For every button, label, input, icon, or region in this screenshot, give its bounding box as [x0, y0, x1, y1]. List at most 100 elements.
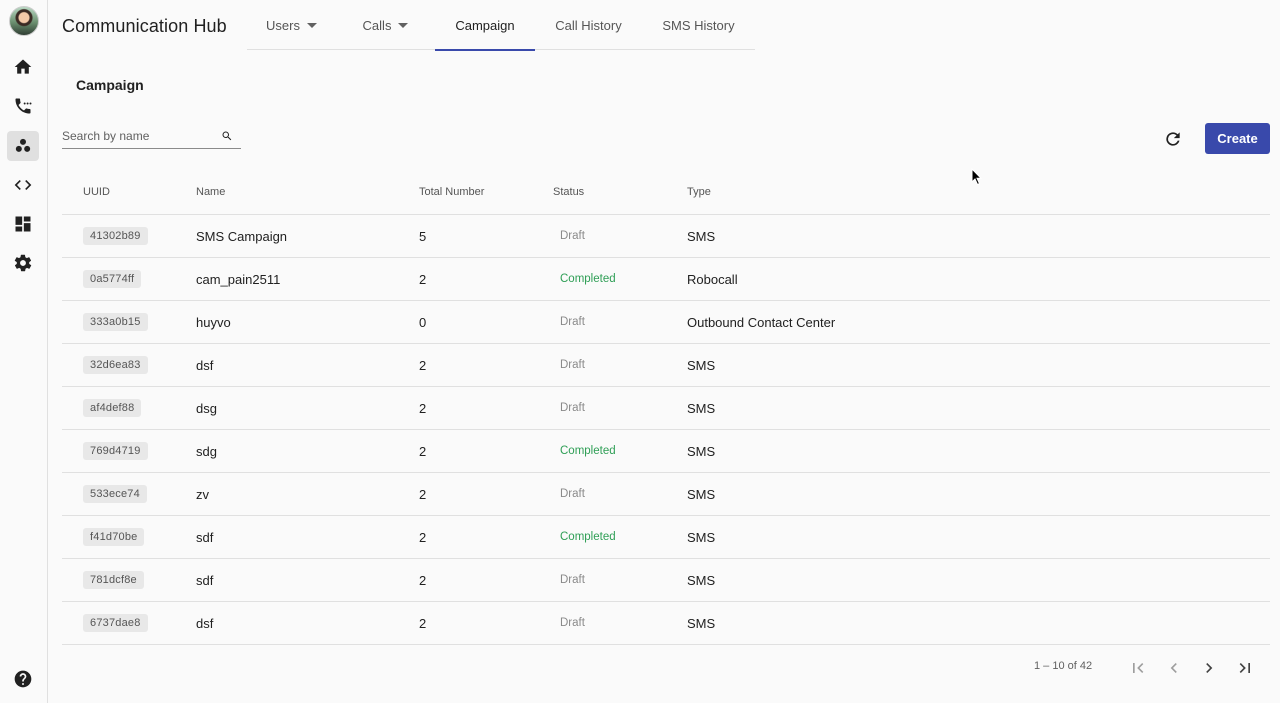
create-button[interactable]: Create: [1205, 123, 1270, 154]
name-cell: huyvo: [196, 314, 231, 330]
status-badge: Draft: [560, 617, 585, 629]
tab-bar: Users Calls Campaign Call History SMS Hi…: [247, 0, 755, 51]
column-header-uuid[interactable]: UUID: [83, 166, 110, 214]
name-cell: dsf: [196, 357, 214, 373]
table-row[interactable]: af4def88 dsg 2 Draft SMS: [62, 387, 1270, 430]
total-number-cell: 5: [419, 228, 427, 244]
name-cell: sdf: [196, 572, 214, 588]
last-page-button[interactable]: [1233, 656, 1257, 680]
first-page-icon: [1133, 663, 1144, 673]
tab-call-history[interactable]: Call History: [535, 0, 642, 50]
column-header-name[interactable]: Name: [196, 166, 225, 214]
uuid-cell: f41d70be: [83, 516, 145, 558]
first-page-button[interactable]: [1126, 656, 1150, 680]
search-field: [62, 124, 241, 149]
table-row[interactable]: 6737dae8 dsf 2 Draft SMS: [62, 602, 1270, 645]
total-number-cell: 2: [419, 271, 427, 287]
phone-icon[interactable]: [7, 91, 39, 121]
status-cell: Completed: [553, 516, 616, 558]
status-badge: Draft: [560, 402, 585, 414]
total-number-cell: 2: [419, 486, 427, 502]
status-cell: Completed: [553, 258, 616, 300]
tab-label: Call History: [555, 17, 622, 33]
tab-label: Campaign: [455, 17, 515, 33]
page-title: Campaign: [76, 77, 144, 93]
table-body: 41302b89 SMS Campaign 5 Draft SMS 0a5774ff cam…: [62, 215, 1270, 645]
help-icon[interactable]: [7, 664, 39, 694]
refresh-button[interactable]: [1161, 127, 1185, 151]
table-row[interactable]: 0a5774ff cam_pain2511 2 Completed Robocall: [62, 258, 1270, 301]
dashboard-icon[interactable]: [7, 209, 39, 239]
uuid-chip[interactable]: 781dcf8e: [83, 571, 144, 589]
uuid-chip[interactable]: 32d6ea83: [83, 356, 148, 374]
table-row[interactable]: 781dcf8e sdf 2 Draft SMS: [62, 559, 1270, 602]
column-header-type[interactable]: Type: [687, 166, 711, 214]
status-badge: Draft: [560, 574, 585, 586]
tab-sms-history[interactable]: SMS History: [642, 0, 755, 50]
table-row[interactable]: 41302b89 SMS Campaign 5 Draft SMS: [62, 215, 1270, 258]
uuid-chip[interactable]: f41d70be: [83, 528, 145, 546]
name-cell: cam_pain2511: [196, 271, 281, 287]
name-cell: dsf: [196, 615, 214, 631]
total-number-cell: 2: [419, 529, 427, 545]
status-cell: Draft: [553, 387, 585, 429]
next-page-button[interactable]: [1197, 656, 1221, 680]
tab-label: SMS History: [662, 17, 735, 33]
home-icon[interactable]: [7, 52, 39, 82]
uuid-cell: 781dcf8e: [83, 559, 144, 601]
caret-down-icon: [398, 23, 409, 28]
uuid-cell: af4def88: [83, 387, 142, 429]
mouse-cursor-icon: [971, 168, 983, 186]
pagination-range: 1 – 10 of 42: [1034, 660, 1093, 672]
app-title: Communication Hub: [62, 16, 227, 36]
tab-calls[interactable]: Calls: [336, 0, 435, 50]
nav-rail: [0, 0, 48, 703]
total-number-cell: 2: [419, 400, 427, 416]
status-cell: Draft: [553, 344, 585, 386]
chevron-left-icon: [1170, 663, 1177, 673]
name-cell: sdf: [196, 529, 214, 545]
uuid-chip[interactable]: 769d4719: [83, 442, 148, 460]
search-input[interactable]: [62, 125, 220, 147]
uuid-cell: 769d4719: [83, 430, 148, 472]
status-badge: Completed: [560, 273, 616, 285]
type-cell: SMS: [687, 486, 716, 502]
name-cell: SMS Campaign: [196, 228, 288, 244]
group-icon[interactable]: [7, 131, 39, 161]
status-badge: Completed: [560, 445, 616, 457]
table-row[interactable]: 333a0b15 huyvo 0 Draft Outbound Contact Cent…: [62, 301, 1270, 344]
uuid-chip[interactable]: 0a5774ff: [83, 270, 142, 288]
column-header-status[interactable]: Status: [553, 166, 584, 214]
name-cell: dsg: [196, 400, 217, 416]
tab-campaign[interactable]: Campaign: [435, 0, 535, 51]
name-cell: zv: [196, 486, 209, 502]
uuid-cell: 333a0b15: [83, 301, 148, 343]
table-row[interactable]: 32d6ea83 dsf 2 Draft SMS: [62, 344, 1270, 387]
status-badge: Draft: [560, 488, 585, 500]
previous-page-button[interactable]: [1162, 656, 1186, 680]
uuid-chip[interactable]: 333a0b15: [83, 313, 148, 331]
uuid-chip[interactable]: 533ece74: [83, 485, 147, 503]
avatar[interactable]: [9, 6, 39, 36]
status-badge: Completed: [560, 531, 616, 543]
uuid-cell: 32d6ea83: [83, 344, 148, 386]
type-cell: SMS: [687, 357, 716, 373]
search-icon[interactable]: [220, 129, 234, 143]
column-header-total-number[interactable]: Total Number: [419, 166, 484, 214]
type-cell: Outbound Contact Center: [687, 314, 836, 330]
table-row[interactable]: f41d70be sdf 2 Completed SMS: [62, 516, 1270, 559]
gear-icon[interactable]: [7, 248, 39, 278]
table-row[interactable]: 533ece74 zv 2 Draft SMS: [62, 473, 1270, 516]
uuid-cell: 41302b89: [83, 215, 148, 257]
uuid-chip[interactable]: af4def88: [83, 399, 142, 417]
code-icon[interactable]: [7, 170, 39, 200]
total-number-cell: 2: [419, 615, 427, 631]
table-row[interactable]: 769d4719 sdg 2 Completed SMS: [62, 430, 1270, 473]
status-badge: Draft: [560, 359, 585, 371]
status-cell: Draft: [553, 215, 585, 257]
uuid-chip[interactable]: 6737dae8: [83, 614, 148, 632]
uuid-chip[interactable]: 41302b89: [83, 227, 148, 245]
tab-users[interactable]: Users: [247, 0, 336, 50]
status-cell: Draft: [553, 473, 585, 515]
last-page-icon: [1239, 663, 1250, 673]
